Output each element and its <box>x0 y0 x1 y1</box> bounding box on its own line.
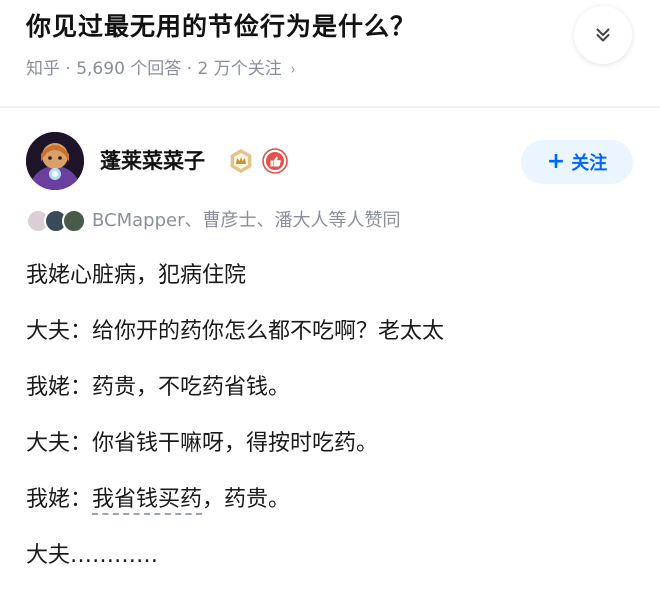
like-badge-icon[interactable] <box>262 148 288 174</box>
liker-avatars <box>26 208 90 234</box>
plus-icon: + <box>546 149 566 174</box>
chevron-double-down-icon <box>596 28 610 42</box>
avatar[interactable] <box>26 132 84 190</box>
answer-paragraph: 大夫………… <box>26 543 159 568</box>
collapse-button[interactable] <box>574 6 632 64</box>
creator-level-badge-icon[interactable] <box>228 148 254 174</box>
question-meta-text: 知乎 · 5,690 个回答 · 2 万个关注 <box>26 59 282 79</box>
follow-label: 关注 <box>571 153 608 174</box>
answer-content: 我姥心脏病，犯病住院 大夫：给你开的药你怎么都不吃啊？老太太 我姥：药贵，不吃药… <box>26 258 636 594</box>
answer-text: 我姥： <box>26 487 93 512</box>
linked-phrase[interactable]: 我省钱买药 <box>92 487 203 515</box>
liker-avatar <box>62 209 86 233</box>
question-meta[interactable]: 知乎 · 5,690 个回答 · 2 万个关注 › <box>26 56 296 82</box>
question-title[interactable]: 你见过最无用的节俭行为是什么？ <box>26 10 416 44</box>
follow-button[interactable]: + 关注 <box>521 140 633 184</box>
author-name[interactable]: 蓬莱菜菜子 <box>100 146 205 176</box>
avatar-illustration <box>26 132 84 190</box>
chevron-right-icon: › <box>290 60 296 78</box>
likers-text: BCMapper、曹彦士、潘大人等人赞同 <box>92 210 401 231</box>
answer-paragraph: 我姥：药贵，不吃药省钱。 <box>26 375 291 400</box>
author-row: 蓬莱菜菜子 + 关注 <box>0 118 660 208</box>
answer-paragraph: 大夫：你省钱干嘛呀，得按时吃药。 <box>26 431 379 456</box>
answer-text: ，药贵。 <box>202 487 291 512</box>
answer-paragraph: 大夫：给你开的药你怎么都不吃啊？老太太 <box>26 319 445 344</box>
likers-row[interactable]: BCMapper、曹彦士、潘大人等人赞同 <box>26 206 401 236</box>
question-header: 你见过最无用的节俭行为是什么？ 知乎 · 5,690 个回答 · 2 万个关注 … <box>0 0 660 108</box>
answer-paragraph: 我姥：我省钱买药，药贵。 <box>26 482 636 518</box>
section-divider <box>0 106 660 108</box>
answer-paragraph: 我姥心脏病，犯病住院 <box>26 263 247 288</box>
